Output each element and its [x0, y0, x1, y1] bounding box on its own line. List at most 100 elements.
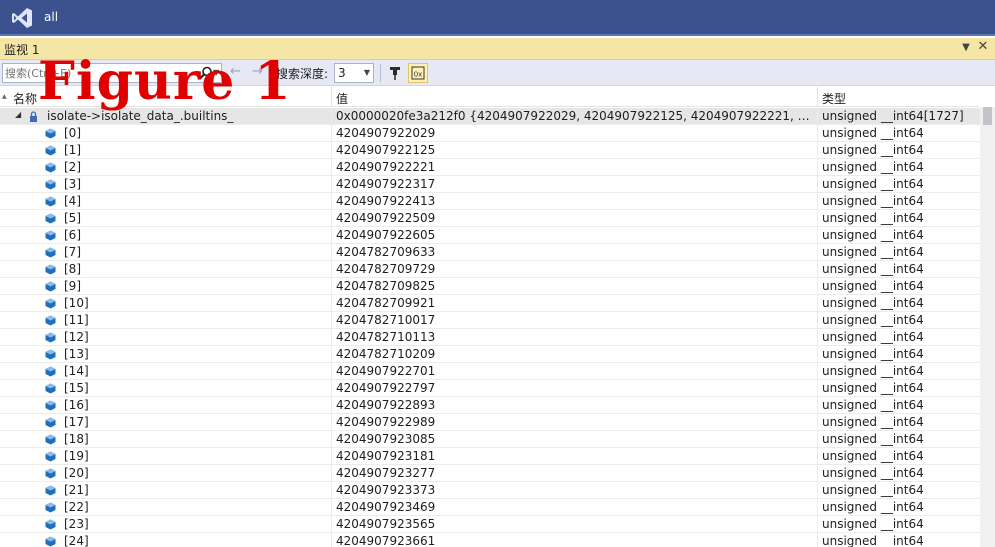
watch-row[interactable]: [23] 4204907923565 unsigned __int64: [0, 516, 980, 533]
row-type: unsigned __int64: [822, 466, 924, 480]
search-depth-select[interactable]: 3 ▼: [334, 63, 374, 83]
row-value[interactable]: 4204782710209: [336, 347, 814, 362]
row-value[interactable]: 4204782709633: [336, 245, 814, 260]
field-cube-icon: [45, 145, 56, 156]
scrollbar-thumb[interactable]: [983, 107, 992, 125]
row-value[interactable]: 4204907923085: [336, 432, 814, 447]
watch-row[interactable]: [17] 4204907922989 unsigned __int64: [0, 414, 980, 431]
row-name: [20]: [64, 466, 89, 480]
watch-row[interactable]: [9] 4204782709825 unsigned __int64: [0, 278, 980, 295]
watch-row[interactable]: [21] 4204907923373 unsigned __int64: [0, 482, 980, 499]
watch-row[interactable]: [15] 4204907922797 unsigned __int64: [0, 380, 980, 397]
row-value[interactable]: 4204907923661: [336, 534, 814, 547]
watch-row[interactable]: [1] 4204907922125 unsigned __int64: [0, 142, 980, 159]
row-name: [15]: [64, 381, 89, 395]
row-value[interactable]: 4204907923469: [336, 500, 814, 515]
watch-row[interactable]: [12] 4204782710113 unsigned __int64: [0, 329, 980, 346]
app-title: all: [44, 10, 59, 24]
pin-icon[interactable]: [386, 64, 404, 82]
watch-row[interactable]: [18] 4204907923085 unsigned __int64: [0, 431, 980, 448]
row-value[interactable]: 4204907922509: [336, 211, 814, 226]
field-cube-icon: [45, 213, 56, 224]
row-value[interactable]: 0x0000020fe3a212f0 {4204907922029, 42049…: [336, 109, 814, 124]
hex-display-button[interactable]: 0x: [408, 63, 428, 83]
watch-row[interactable]: [3] 4204907922317 unsigned __int64: [0, 176, 980, 193]
watch-row[interactable]: [7] 4204782709633 unsigned __int64: [0, 244, 980, 261]
field-cube-icon: [45, 536, 56, 547]
row-name: [14]: [64, 364, 89, 378]
row-name: [8]: [64, 262, 81, 276]
row-value[interactable]: 4204907922989: [336, 415, 814, 430]
row-name: [11]: [64, 313, 89, 327]
watch-row[interactable]: [13] 4204782710209 unsigned __int64: [0, 346, 980, 363]
row-type: unsigned __int64: [822, 160, 924, 174]
visual-studio-logo-icon: [12, 8, 32, 28]
row-value[interactable]: 4204907923565: [336, 517, 814, 532]
row-name: [5]: [64, 211, 81, 225]
row-name: [6]: [64, 228, 81, 242]
column-header-name[interactable]: 名称: [13, 90, 37, 107]
row-name: [16]: [64, 398, 89, 412]
row-name: [1]: [64, 143, 81, 157]
row-type: unsigned __int64: [822, 415, 924, 429]
figure-label: Figure 1: [38, 51, 292, 112]
watch-row[interactable]: [14] 4204907922701 unsigned __int64: [0, 363, 980, 380]
watch-row[interactable]: [4] 4204907922413 unsigned __int64: [0, 193, 980, 210]
watch-row[interactable]: [6] 4204907922605 unsigned __int64: [0, 227, 980, 244]
row-value[interactable]: 4204782709921: [336, 296, 814, 311]
row-value[interactable]: 4204907922029: [336, 126, 814, 141]
watch-row[interactable]: [10] 4204782709921 unsigned __int64: [0, 295, 980, 312]
row-value[interactable]: 4204907922605: [336, 228, 814, 243]
row-value[interactable]: 4204907922317: [336, 177, 814, 192]
watch-row[interactable]: [11] 4204782710017 unsigned __int64: [0, 312, 980, 329]
watch-row[interactable]: [0] 4204907922029 unsigned __int64: [0, 125, 980, 142]
svg-text:0x: 0x: [414, 71, 423, 79]
close-icon[interactable]: ✕: [976, 40, 990, 54]
hex-display-icon: 0x: [411, 66, 425, 80]
watch-row[interactable]: [8] 4204782709729 unsigned __int64: [0, 261, 980, 278]
row-name: [17]: [64, 415, 89, 429]
row-type: unsigned __int64: [822, 483, 924, 497]
column-header-value[interactable]: 值: [336, 90, 348, 107]
row-value[interactable]: 4204782709825: [336, 279, 814, 294]
row-value[interactable]: 4204907922413: [336, 194, 814, 209]
field-cube-icon: [45, 162, 56, 173]
collapse-arrow-icon[interactable]: ◢: [15, 110, 21, 119]
chevron-down-icon: ▼: [363, 68, 370, 77]
watch-row[interactable]: [2] 4204907922221 unsigned __int64: [0, 159, 980, 176]
row-type: unsigned __int64: [822, 364, 924, 378]
watch-row[interactable]: [19] 4204907923181 unsigned __int64: [0, 448, 980, 465]
search-depth-value: 3: [338, 66, 346, 80]
row-value[interactable]: 4204907922701: [336, 364, 814, 379]
watch-row[interactable]: [20] 4204907923277 unsigned __int64: [0, 465, 980, 482]
chevron-down-icon[interactable]: ▼: [959, 41, 973, 55]
row-value[interactable]: 4204782710113: [336, 330, 814, 345]
watch-row[interactable]: [24] 4204907923661 unsigned __int64: [0, 533, 980, 547]
row-value[interactable]: 4204907922893: [336, 398, 814, 413]
row-name: [7]: [64, 245, 81, 259]
field-cube-icon: [45, 451, 56, 462]
row-value[interactable]: 4204907923277: [336, 466, 814, 481]
row-value[interactable]: 4204907922221: [336, 160, 814, 175]
row-value[interactable]: 4204782709729: [336, 262, 814, 277]
field-cube-icon: [45, 383, 56, 394]
row-value[interactable]: 4204782710017: [336, 313, 814, 328]
watch-row[interactable]: [5] 4204907922509 unsigned __int64: [0, 210, 980, 227]
row-type: unsigned __int64: [822, 500, 924, 514]
watch-row[interactable]: [16] 4204907922893 unsigned __int64: [0, 397, 980, 414]
field-cube-icon: [45, 298, 56, 309]
column-header-type[interactable]: 类型: [822, 90, 846, 107]
column-resize-handle[interactable]: [817, 87, 818, 107]
row-name: [21]: [64, 483, 89, 497]
row-value[interactable]: 4204907922125: [336, 143, 814, 158]
field-cube-icon: [45, 349, 56, 360]
field-cube-icon: [45, 485, 56, 496]
row-value[interactable]: 4204907923373: [336, 483, 814, 498]
vertical-scrollbar[interactable]: [980, 107, 995, 547]
row-value[interactable]: 4204907922797: [336, 381, 814, 396]
watch-row[interactable]: [22] 4204907923469 unsigned __int64: [0, 499, 980, 516]
row-type: unsigned __int64: [822, 228, 924, 242]
field-cube-icon: [45, 179, 56, 190]
column-resize-handle[interactable]: [331, 87, 332, 107]
row-value[interactable]: 4204907923181: [336, 449, 814, 464]
